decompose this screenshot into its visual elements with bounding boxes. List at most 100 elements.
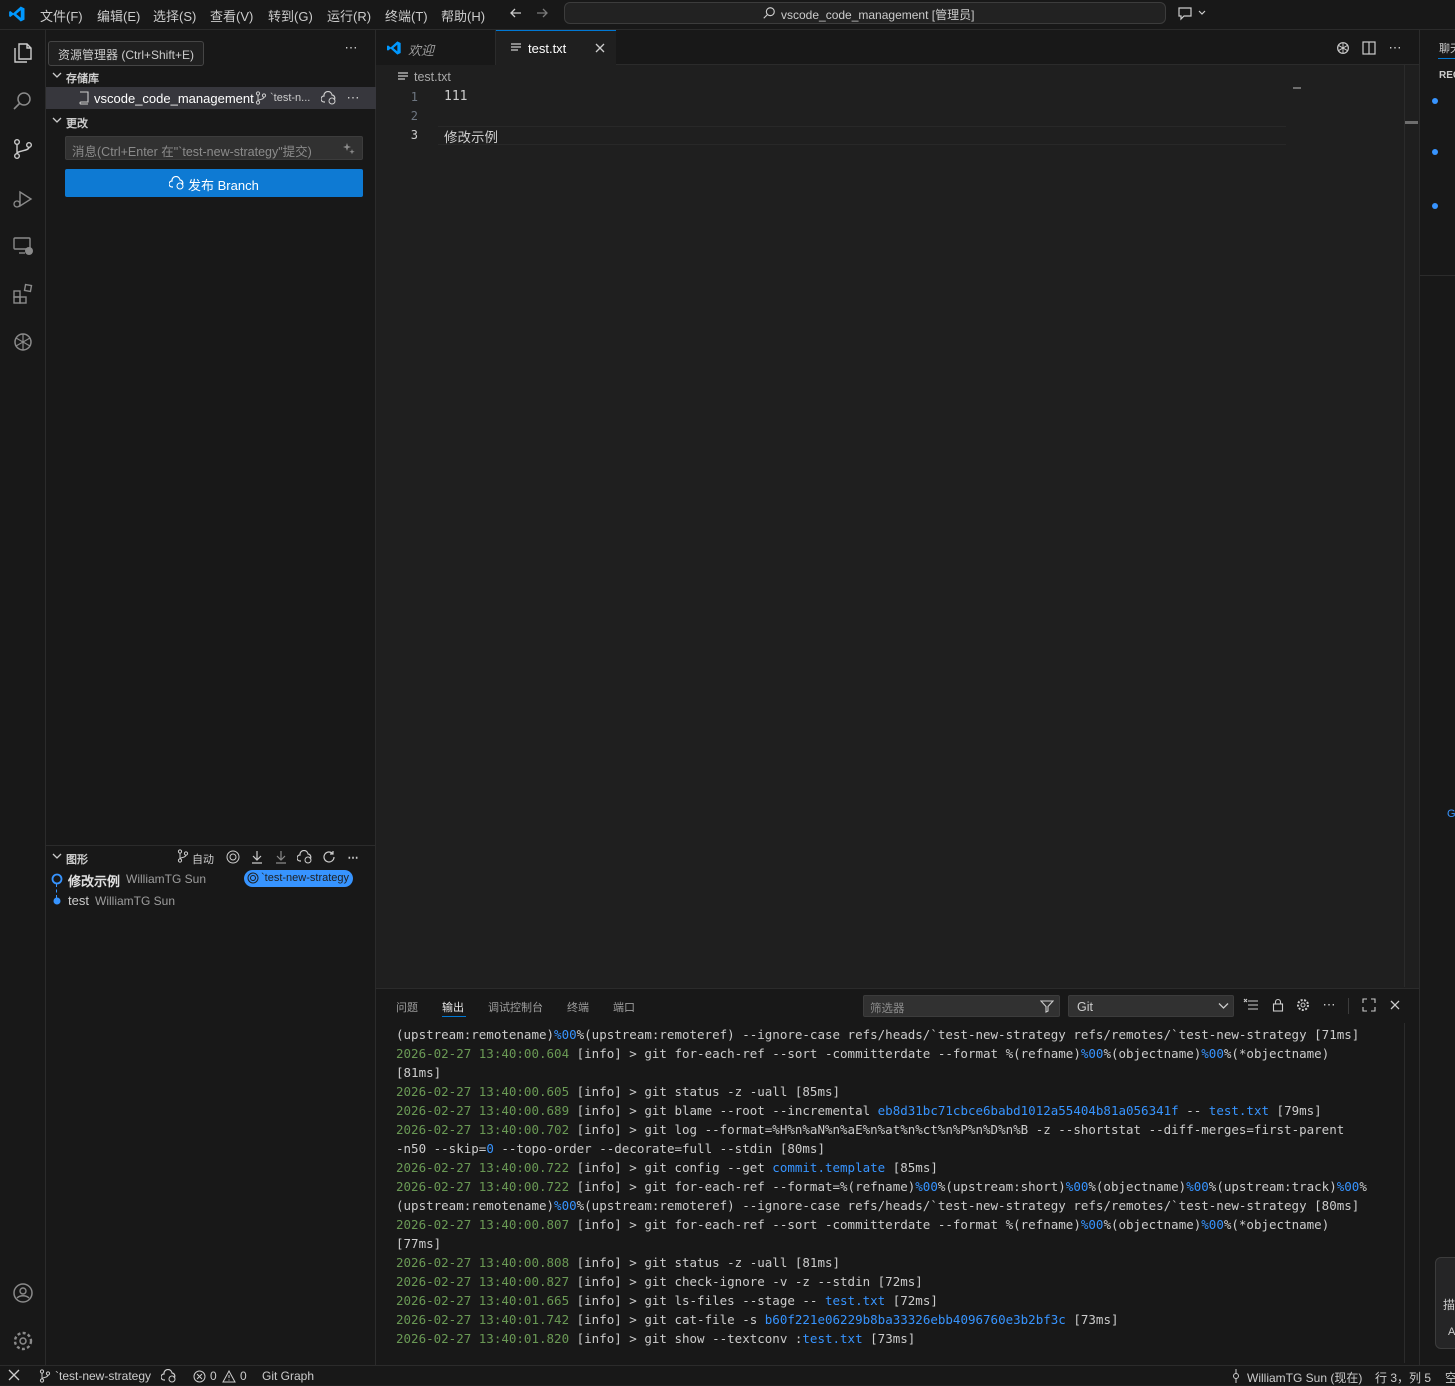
minimap[interactable]: [1293, 87, 1301, 89]
code-line[interactable]: 修改示例: [444, 126, 498, 146]
scrollbar-track[interactable]: [1404, 1023, 1405, 1363]
forward-arrow-icon[interactable]: [534, 5, 550, 21]
panel-tab-terminal[interactable]: 终端: [567, 999, 589, 1015]
branch-badge[interactable]: `test-new-strategy: [244, 870, 354, 887]
filter-icon[interactable]: [1040, 999, 1054, 1013]
target-icon[interactable]: [223, 847, 243, 867]
status-cursor-position[interactable]: 行 3，列 5: [1375, 1369, 1431, 1386]
menu-file[interactable]: 文件(F): [40, 6, 83, 25]
pull-icon[interactable]: [271, 847, 291, 867]
branch-icon[interactable]: [177, 849, 189, 863]
log-text: (upstream:remotename): [396, 1198, 555, 1213]
code-line[interactable]: 111: [444, 89, 467, 104]
close-panel-icon[interactable]: [1385, 995, 1405, 1015]
output-channel-select[interactable]: Git: [1068, 995, 1234, 1017]
run-debug-icon[interactable]: [9, 185, 37, 213]
changes-section-header[interactable]: 更改: [46, 110, 376, 132]
error-icon[interactable]: [193, 1370, 206, 1383]
search-icon[interactable]: [9, 87, 37, 115]
code-editor[interactable]: test.txt 1 111 2 3 修改示例: [376, 65, 1419, 987]
tab-welcome[interactable]: 欢迎: [376, 30, 496, 65]
log-level: [info]: [576, 1122, 622, 1137]
explorer-files-icon[interactable]: [9, 39, 37, 67]
menu-edit[interactable]: 编辑(E): [97, 6, 140, 25]
graph-section-header[interactable]: 图形 自动 ⋯: [46, 846, 376, 868]
split-editor-icon[interactable]: [1359, 38, 1379, 58]
status-warnings[interactable]: 0: [240, 1369, 247, 1383]
settings-gear-icon[interactable]: [9, 1327, 37, 1355]
status-git-graph[interactable]: Git Graph: [262, 1369, 314, 1383]
graph-auto-label[interactable]: 自动: [192, 851, 214, 867]
scrollbar-track[interactable]: [1404, 65, 1405, 987]
command-center-label: vscode_code_management [管理员]: [781, 8, 975, 22]
status-extra[interactable]: 空: [1445, 1369, 1455, 1386]
refresh-icon[interactable]: [319, 847, 339, 867]
panel-tab-output[interactable]: 输出: [442, 999, 464, 1015]
status-errors[interactable]: 0: [210, 1369, 217, 1383]
sparkle-icon[interactable]: [343, 142, 356, 155]
menu-view[interactable]: 查看(V): [210, 6, 253, 25]
repo-more-icon[interactable]: ⋯: [343, 88, 363, 108]
fetch-icon[interactable]: [247, 847, 267, 867]
graph-title: 图形: [66, 854, 88, 866]
log-text: [81ms]: [396, 1065, 442, 1080]
accounts-icon[interactable]: [9, 1279, 37, 1307]
log-line: 2026-02-27 13:40:00.827 [info] > git che…: [396, 1274, 923, 1289]
graph-commit-row[interactable]: 修改示例 WilliamTG Sun `test-new-strategy: [46, 868, 376, 890]
close-icon[interactable]: [594, 42, 606, 54]
panel-tab-problems[interactable]: 问题: [396, 999, 418, 1015]
menu-run[interactable]: 运行(R): [327, 6, 371, 25]
chat-title[interactable]: 聊天: [1439, 40, 1455, 56]
graph-commit-row[interactable]: test WilliamTG Sun: [46, 890, 376, 912]
panel-tab-ports[interactable]: 端口: [613, 999, 635, 1015]
repositories-section-header[interactable]: 存储库: [46, 65, 376, 87]
extensions-icon[interactable]: [9, 280, 37, 308]
log-line: 2026-02-27 13:40:00.702 [info] > git log…: [396, 1122, 1344, 1137]
publish-branch-label: 发布 Branch: [188, 178, 259, 193]
status-blame[interactable]: WilliamTG Sun (现在): [1247, 1369, 1362, 1386]
menu-help[interactable]: 帮助(H): [441, 6, 485, 25]
panel-tab-debug-console[interactable]: 调试控制台: [488, 999, 543, 1015]
log-text: %(objectname): [1103, 1046, 1202, 1061]
log-text: > git status -z -uall [85ms]: [621, 1084, 841, 1099]
log-timestamp: 2026-02-27 13:40:00.827: [396, 1274, 577, 1289]
remote-explorer-icon[interactable]: [9, 232, 37, 260]
menu-terminal[interactable]: 终端(T): [385, 6, 428, 25]
remote-indicator-icon[interactable]: [8, 1369, 20, 1381]
copilot-chat-icon[interactable]: [1177, 5, 1207, 21]
log-text: --topo-order --decorate=full --stdin [80…: [493, 1141, 825, 1156]
output-log[interactable]: (upstream:remotename)%00%(upstream:remot…: [376, 1023, 1406, 1363]
repo-name: vscode_code_management: [94, 91, 254, 106]
back-arrow-icon[interactable]: [508, 5, 524, 21]
branch-badge-label: `test-new-strategy: [261, 872, 350, 884]
graph-more-icon[interactable]: ⋯: [343, 847, 363, 867]
commit-message-input[interactable]: 消息(Ctrl+Enter 在"`test-new-strategy"提交): [65, 136, 363, 160]
settings-gear-icon[interactable]: [1293, 995, 1313, 1015]
lock-icon[interactable]: [1268, 995, 1288, 1015]
editor-more-icon[interactable]: ⋯: [1385, 38, 1405, 58]
more-actions-icon[interactable]: ⋯: [341, 38, 361, 58]
chatgpt-icon[interactable]: [1333, 38, 1353, 58]
source-control-icon[interactable]: [9, 135, 37, 163]
maximize-panel-icon[interactable]: [1359, 995, 1379, 1015]
chat-input-box[interactable]: 描 A: [1435, 1257, 1455, 1349]
output-filter-input[interactable]: 筛选器: [863, 995, 1060, 1017]
publish-branch-button[interactable]: 发布 Branch: [65, 169, 363, 197]
command-center-search[interactable]: vscode_code_management [管理员]: [564, 2, 1166, 24]
repository-row[interactable]: vscode_code_management `test-n... ⋯: [46, 87, 376, 109]
menu-go[interactable]: 转到(G): [268, 6, 313, 25]
panel-more-icon[interactable]: ⋯: [1319, 995, 1339, 1015]
chatgpt-icon[interactable]: [9, 328, 37, 356]
cloud-upload-icon[interactable]: [295, 847, 315, 867]
clear-output-icon[interactable]: [1241, 995, 1261, 1015]
warning-icon[interactable]: [222, 1370, 236, 1383]
cloud-upload-icon[interactable]: [319, 88, 339, 108]
toolbar-separator: [1348, 998, 1349, 1014]
status-branch[interactable]: `test-new-strategy: [55, 1369, 151, 1383]
menu-selection[interactable]: 选择(S): [153, 6, 196, 25]
log-text: %00: [915, 1179, 938, 1194]
branch-icon[interactable]: [39, 1369, 51, 1383]
cloud-upload-icon[interactable]: [161, 1369, 177, 1383]
tab-test-txt[interactable]: test.txt: [496, 30, 616, 65]
aux-link[interactable]: G: [1447, 808, 1455, 820]
